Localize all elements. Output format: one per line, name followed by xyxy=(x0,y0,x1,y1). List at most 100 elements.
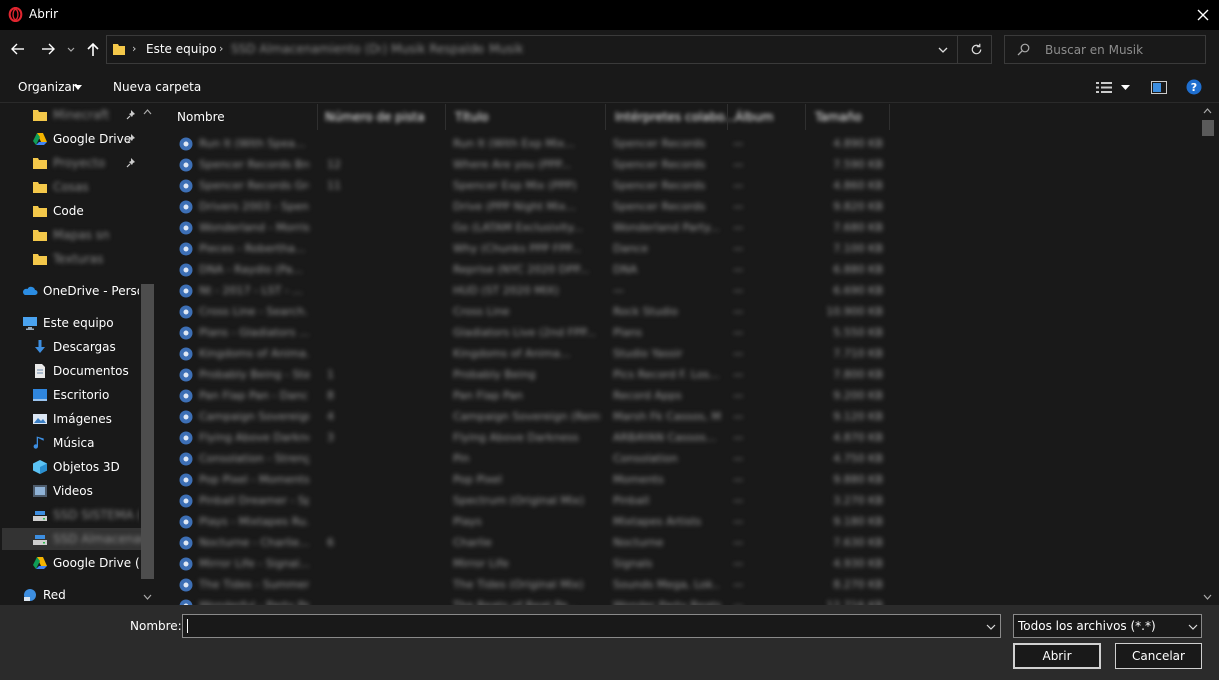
breadcrumb-drive[interactable]: SSD Almacenamiento (D:) xyxy=(231,42,387,56)
file-row[interactable]: Spencer Records Bro... 12 Where Are you (P… xyxy=(157,155,897,176)
column-header-name[interactable]: Nombre xyxy=(177,110,225,124)
scroll-up-icon[interactable] xyxy=(143,109,152,115)
scroll-up-icon[interactable] xyxy=(1203,108,1212,114)
sidebar-item[interactable]: Este equipo xyxy=(22,312,139,334)
file-row[interactable]: Run It (With Spea... Run It (With Exp Mix… xyxy=(157,134,897,155)
sidebar-item[interactable]: Google Drive (G:) xyxy=(32,552,139,574)
column-header-album[interactable]: Álbum xyxy=(735,110,773,124)
sidebar-item[interactable]: Proyecto xyxy=(32,152,139,174)
sidebar-item[interactable]: Documentos xyxy=(32,360,139,382)
scroll-down-icon[interactable] xyxy=(143,594,152,600)
file-row[interactable]: Pinball Dreamer - Spec... Spectrum (Origi… xyxy=(157,491,897,512)
chevron-down-icon[interactable] xyxy=(986,624,996,630)
sidebar-item[interactable]: Imágenes xyxy=(32,408,139,430)
file-row[interactable]: The Tides - Summer... The Tides (Original… xyxy=(157,575,897,596)
recent-locations-chevron-icon[interactable] xyxy=(66,41,76,57)
sidebar-item[interactable]: OneDrive - Person xyxy=(22,280,139,302)
file-row[interactable]: Nt - 2017 - LST - ... HUD (ST 2020 MIX) — —… xyxy=(157,281,897,302)
chevron-down-icon[interactable] xyxy=(937,44,949,56)
sidebar-item[interactable]: Objetos 3D xyxy=(32,456,139,478)
up-arrow-icon[interactable] xyxy=(85,41,101,57)
file-row[interactable]: Plans - Gladiators ... Gladiators Live (2… xyxy=(157,323,897,344)
file-cell: 9.120 KB xyxy=(833,410,883,423)
file-row[interactable]: Pop Pixel - Moments... Pop Pixel Moments — 9… xyxy=(157,470,897,491)
address-bar[interactable]: › Este equipo › SSD Almacenamiento (D:) … xyxy=(106,35,992,64)
column-header-artists[interactable]: Intérpretes colabo... xyxy=(615,110,736,124)
download-icon xyxy=(35,340,45,353)
view-options-icon[interactable] xyxy=(1096,81,1112,94)
search-box[interactable]: Buscar en Musik xyxy=(1004,35,1206,64)
close-icon[interactable] xyxy=(1190,4,1216,26)
file-row[interactable]: Wonderland - Morris... Go (LATAM Exclusiv… xyxy=(157,218,897,239)
sidebar-item[interactable]: SSD Almacenamiento xyxy=(2,528,141,550)
file-row[interactable]: Pieces - Robertha... Why (Chunks PPP FPP.… xyxy=(157,239,897,260)
sidebar-item[interactable]: SSD SISTEMA (C:) xyxy=(32,504,139,526)
file-cell: Consolation xyxy=(613,452,678,465)
breadcrumb-este-equipo[interactable]: Este equipo xyxy=(146,42,217,56)
sidebar-item[interactable]: Google Drive xyxy=(32,128,139,150)
column-separator xyxy=(889,104,890,130)
file-row[interactable]: Probably Being - Sta... 1 Probably Being Pi… xyxy=(157,365,897,386)
pin-icon xyxy=(126,110,135,120)
file-row[interactable]: Mirror Life - Signal... Mirror Life Signal… xyxy=(157,554,897,575)
file-row[interactable]: Campaign Sovereign... 4 Campaign Sovereign… xyxy=(157,407,897,428)
sidebar-item[interactable]: Minecraft xyxy=(32,104,139,126)
sidebar-item[interactable]: Code xyxy=(32,200,139,222)
file-name-input[interactable] xyxy=(182,614,1001,638)
refresh-icon[interactable] xyxy=(969,42,984,57)
sidebar-scrollbar-thumb[interactable] xyxy=(141,284,154,579)
file-row[interactable]: Consolation - Strength... Pin Consolation —… xyxy=(157,449,897,470)
scroll-down-icon[interactable] xyxy=(1203,594,1212,600)
column-separator xyxy=(805,104,806,130)
file-row[interactable]: Pan Flap Pan - Danc... 8 Pan Flap Pan Recor… xyxy=(157,386,897,407)
file-cell: — xyxy=(733,347,743,360)
file-cell: Plays xyxy=(453,515,482,528)
file-list-scrollbar-thumb[interactable] xyxy=(1202,120,1214,136)
forward-arrow-icon[interactable] xyxy=(40,41,56,57)
cancel-button[interactable]: Cancelar xyxy=(1115,643,1202,669)
chevron-down-icon[interactable] xyxy=(1188,624,1198,630)
open-button[interactable]: Abrir xyxy=(1013,643,1101,669)
audio-file-icon xyxy=(179,263,193,277)
file-row[interactable]: Nocturne - Charlie... 6 Charlie Nocturne — 7.… xyxy=(157,533,897,554)
view-dropdown-icon[interactable] xyxy=(1121,85,1130,90)
file-cell: Pieces - Robertha... xyxy=(199,242,306,255)
music-icon xyxy=(33,436,44,449)
file-cell: Reprise (NYC 2020 DPP... xyxy=(453,263,590,276)
file-row[interactable]: Kingdoms of Anima... Kingdoms of Anima...… xyxy=(157,344,897,365)
file-cell: Plans - Gladiators ... xyxy=(199,326,309,339)
file-row[interactable]: Cross Line - Search... Cross Line Rock Stu… xyxy=(157,302,897,323)
sidebar-item[interactable]: Descargas xyxy=(32,336,139,358)
sidebar-item[interactable]: Cosas xyxy=(32,176,139,198)
file-row[interactable]: DNA - Raydio (Pa... Reprise (NYC 2020 DPP… xyxy=(157,260,897,281)
file-row[interactable]: Flying Above Darkness... 3 Flying Above Da… xyxy=(157,428,897,449)
file-row[interactable]: Plays - Mixtapes Ru... Plays Mixtapes Arti… xyxy=(157,512,897,533)
sidebar-item[interactable]: Música xyxy=(32,432,139,454)
column-header-size[interactable]: Tamaño xyxy=(815,110,862,124)
sidebar-item[interactable]: Mapas sn xyxy=(32,224,139,246)
file-row[interactable]: Spencer Records Gro... 11 Spencer Exp Mix … xyxy=(157,176,897,197)
sidebar-item[interactable]: Texturas xyxy=(32,248,139,270)
file-cell: Where Are you (PPP... xyxy=(453,158,571,171)
file-cell: Moments xyxy=(613,473,664,486)
file-cell: — xyxy=(613,284,624,297)
sidebar-item[interactable]: Red xyxy=(22,584,139,606)
preview-pane-icon[interactable] xyxy=(1151,81,1167,94)
file-row[interactable]: Drivers 2003 - Spenc... Drive (PPP Night … xyxy=(157,197,897,218)
audio-file-icon xyxy=(179,431,193,445)
column-header-title[interactable]: Título xyxy=(455,110,489,124)
new-folder-button[interactable]: Nueva carpeta xyxy=(113,80,201,94)
sidebar-item[interactable]: Videos xyxy=(32,480,139,502)
help-icon[interactable]: ? xyxy=(1186,79,1202,95)
file-cell: 4 xyxy=(327,410,334,423)
file-cell: Pan Flap Pan - Danc... xyxy=(199,389,309,402)
breadcrumb-folder[interactable]: Musik Respaldo xyxy=(391,42,484,56)
file-cell: 3.270 KB xyxy=(833,494,883,507)
breadcrumb-current[interactable]: Musik xyxy=(489,42,524,56)
file-row[interactable]: Wonderful - Party Pe...The Beats of Beat… xyxy=(157,596,897,605)
file-type-select[interactable]: Todos los archivos (*.*) xyxy=(1013,614,1202,638)
column-header-track[interactable]: Número de pista xyxy=(325,110,425,124)
organize-button[interactable]: Organizar xyxy=(18,80,77,94)
sidebar-item[interactable]: Escritorio xyxy=(32,384,139,406)
back-arrow-icon[interactable] xyxy=(10,41,26,57)
